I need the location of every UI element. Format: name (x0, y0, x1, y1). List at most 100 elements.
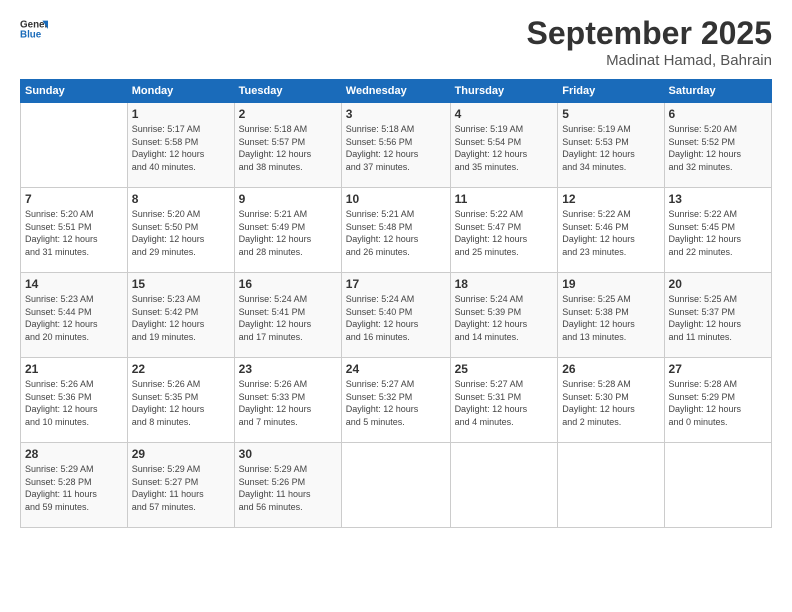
calendar-cell: 4 Sunrise: 5:19 AM Sunset: 5:54 PM Daylig… (450, 103, 558, 188)
day-info: Sunrise: 5:25 AM Sunset: 5:38 PM Dayligh… (562, 293, 659, 343)
calendar-cell: 3 Sunrise: 5:18 AM Sunset: 5:56 PM Daylig… (341, 103, 450, 188)
day-info: Sunrise: 5:28 AM Sunset: 5:30 PM Dayligh… (562, 378, 659, 428)
day-number: 24 (346, 362, 446, 376)
day-info: Sunrise: 5:28 AM Sunset: 5:29 PM Dayligh… (669, 378, 767, 428)
day-info: Sunrise: 5:29 AM Sunset: 5:28 PM Dayligh… (25, 463, 123, 513)
day-number: 5 (562, 107, 659, 121)
calendar-cell: 12Sunrise: 5:22 AM Sunset: 5:46 PM Dayli… (558, 188, 664, 273)
day-info: Sunrise: 5:26 AM Sunset: 5:33 PM Dayligh… (239, 378, 337, 428)
weekday-header-sunday: Sunday (21, 80, 128, 103)
day-info: Sunrise: 5:27 AM Sunset: 5:32 PM Dayligh… (346, 378, 446, 428)
day-number: 20 (669, 277, 767, 291)
day-info: Sunrise: 5:25 AM Sunset: 5:37 PM Dayligh… (669, 293, 767, 343)
day-number: 21 (25, 362, 123, 376)
calendar-cell: 15 Sunrise: 5:23 AM Sunset: 5:42 PM Dayli… (127, 273, 234, 358)
day-number: 6 (669, 107, 767, 121)
title-area: September 2025 Madinat Hamad, Bahrain (527, 15, 772, 69)
weekday-header-wednesday: Wednesday (341, 80, 450, 103)
calendar-cell: 6Sunrise: 5:20 AM Sunset: 5:52 PM Daylig… (664, 103, 771, 188)
calendar-cell: 27 Sunrise: 5:28 AM Sunset: 5:29 PM Dayli… (664, 358, 771, 443)
day-info: Sunrise: 5:29 AM Sunset: 5:27 PM Dayligh… (132, 463, 230, 513)
day-number: 9 (239, 192, 337, 206)
day-number: 1 (132, 107, 230, 121)
calendar-cell: 2Sunrise: 5:18 AM Sunset: 5:57 PM Daylig… (234, 103, 341, 188)
day-number: 22 (132, 362, 230, 376)
day-info: Sunrise: 5:19 AM Sunset: 5:53 PM Dayligh… (562, 123, 659, 173)
calendar-row: 28 Sunrise: 5:29 AM Sunset: 5:28 PM Dayli… (21, 443, 772, 528)
calendar-cell: 8Sunrise: 5:20 AM Sunset: 5:50 PM Daylig… (127, 188, 234, 273)
calendar-cell: 7Sunrise: 5:20 AM Sunset: 5:51 PM Daylig… (21, 188, 128, 273)
day-number: 15 (132, 277, 230, 291)
day-info: Sunrise: 5:22 AM Sunset: 5:46 PM Dayligh… (562, 208, 659, 258)
calendar-cell: 21 Sunrise: 5:26 AM Sunset: 5:36 PM Dayli… (21, 358, 128, 443)
day-number: 10 (346, 192, 446, 206)
day-info: Sunrise: 5:29 AM Sunset: 5:26 PM Dayligh… (239, 463, 337, 513)
calendar-cell: 29 Sunrise: 5:29 AM Sunset: 5:27 PM Dayli… (127, 443, 234, 528)
day-number: 18 (455, 277, 554, 291)
calendar-cell: 5 Sunrise: 5:19 AM Sunset: 5:53 PM Daylig… (558, 103, 664, 188)
day-info: Sunrise: 5:24 AM Sunset: 5:39 PM Dayligh… (455, 293, 554, 343)
day-info: Sunrise: 5:21 AM Sunset: 5:48 PM Dayligh… (346, 208, 446, 258)
calendar-cell (664, 443, 771, 528)
calendar-cell: 11Sunrise: 5:22 AM Sunset: 5:47 PM Dayli… (450, 188, 558, 273)
day-info: Sunrise: 5:27 AM Sunset: 5:31 PM Dayligh… (455, 378, 554, 428)
day-info: Sunrise: 5:18 AM Sunset: 5:56 PM Dayligh… (346, 123, 446, 173)
calendar-row: 14 Sunrise: 5:23 AM Sunset: 5:44 PM Dayli… (21, 273, 772, 358)
calendar-row: 21 Sunrise: 5:26 AM Sunset: 5:36 PM Dayli… (21, 358, 772, 443)
day-number: 11 (455, 192, 554, 206)
month-title: September 2025 (527, 15, 772, 52)
day-number: 28 (25, 447, 123, 461)
calendar-cell: 30 Sunrise: 5:29 AM Sunset: 5:26 PM Dayli… (234, 443, 341, 528)
day-info: Sunrise: 5:23 AM Sunset: 5:42 PM Dayligh… (132, 293, 230, 343)
weekday-header-saturday: Saturday (664, 80, 771, 103)
calendar-cell: 9Sunrise: 5:21 AM Sunset: 5:49 PM Daylig… (234, 188, 341, 273)
calendar-cell: 14 Sunrise: 5:23 AM Sunset: 5:44 PM Dayli… (21, 273, 128, 358)
day-info: Sunrise: 5:20 AM Sunset: 5:51 PM Dayligh… (25, 208, 123, 258)
calendar-cell: 16Sunrise: 5:24 AM Sunset: 5:41 PM Dayli… (234, 273, 341, 358)
day-info: Sunrise: 5:22 AM Sunset: 5:45 PM Dayligh… (669, 208, 767, 258)
day-info: Sunrise: 5:23 AM Sunset: 5:44 PM Dayligh… (25, 293, 123, 343)
day-number: 30 (239, 447, 337, 461)
calendar-cell: 18 Sunrise: 5:24 AM Sunset: 5:39 PM Dayli… (450, 273, 558, 358)
day-number: 25 (455, 362, 554, 376)
weekday-header-row: SundayMondayTuesdayWednesdayThursdayFrid… (21, 80, 772, 103)
weekday-header-monday: Monday (127, 80, 234, 103)
calendar-table: SundayMondayTuesdayWednesdayThursdayFrid… (20, 79, 772, 528)
day-info: Sunrise: 5:17 AM Sunset: 5:58 PM Dayligh… (132, 123, 230, 173)
calendar-cell: 23 Sunrise: 5:26 AM Sunset: 5:33 PM Dayli… (234, 358, 341, 443)
day-number: 16 (239, 277, 337, 291)
calendar-page: General Blue September 2025 Madinat Hama… (0, 0, 792, 612)
calendar-cell: 13 Sunrise: 5:22 AM Sunset: 5:45 PM Dayli… (664, 188, 771, 273)
calendar-cell: 17 Sunrise: 5:24 AM Sunset: 5:40 PM Dayli… (341, 273, 450, 358)
day-number: 19 (562, 277, 659, 291)
calendar-row: 7Sunrise: 5:20 AM Sunset: 5:51 PM Daylig… (21, 188, 772, 273)
day-info: Sunrise: 5:19 AM Sunset: 5:54 PM Dayligh… (455, 123, 554, 173)
weekday-header-thursday: Thursday (450, 80, 558, 103)
day-info: Sunrise: 5:26 AM Sunset: 5:35 PM Dayligh… (132, 378, 230, 428)
day-info: Sunrise: 5:26 AM Sunset: 5:36 PM Dayligh… (25, 378, 123, 428)
calendar-cell: 25 Sunrise: 5:27 AM Sunset: 5:31 PM Dayli… (450, 358, 558, 443)
calendar-cell: 19 Sunrise: 5:25 AM Sunset: 5:38 PM Dayli… (558, 273, 664, 358)
day-number: 29 (132, 447, 230, 461)
day-info: Sunrise: 5:18 AM Sunset: 5:57 PM Dayligh… (239, 123, 337, 173)
day-number: 3 (346, 107, 446, 121)
day-number: 27 (669, 362, 767, 376)
weekday-header-tuesday: Tuesday (234, 80, 341, 103)
day-number: 23 (239, 362, 337, 376)
weekday-header-friday: Friday (558, 80, 664, 103)
calendar-cell (341, 443, 450, 528)
day-number: 26 (562, 362, 659, 376)
day-info: Sunrise: 5:24 AM Sunset: 5:40 PM Dayligh… (346, 293, 446, 343)
day-number: 4 (455, 107, 554, 121)
calendar-cell: 1 Sunrise: 5:17 AM Sunset: 5:58 PM Daylig… (127, 103, 234, 188)
day-number: 13 (669, 192, 767, 206)
calendar-cell (558, 443, 664, 528)
calendar-cell: 26 Sunrise: 5:28 AM Sunset: 5:30 PM Dayli… (558, 358, 664, 443)
calendar-cell: 28 Sunrise: 5:29 AM Sunset: 5:28 PM Dayli… (21, 443, 128, 528)
day-number: 17 (346, 277, 446, 291)
logo: General Blue (20, 15, 48, 43)
day-number: 14 (25, 277, 123, 291)
location-subtitle: Madinat Hamad, Bahrain (527, 52, 772, 69)
calendar-cell: 24 Sunrise: 5:27 AM Sunset: 5:32 PM Dayli… (341, 358, 450, 443)
calendar-row: 1 Sunrise: 5:17 AM Sunset: 5:58 PM Daylig… (21, 103, 772, 188)
